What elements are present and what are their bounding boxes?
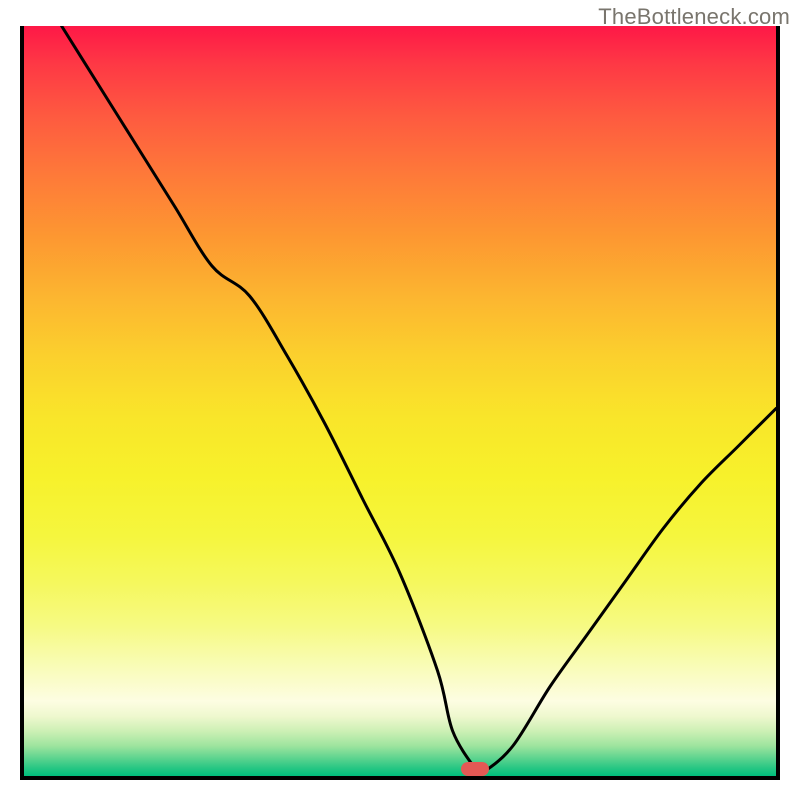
bottleneck-curve (62, 26, 776, 775)
bottleneck-chart: TheBottleneck.com (0, 0, 800, 800)
curve-layer (24, 26, 776, 776)
optimal-marker (461, 762, 489, 776)
plot-area (20, 26, 780, 780)
